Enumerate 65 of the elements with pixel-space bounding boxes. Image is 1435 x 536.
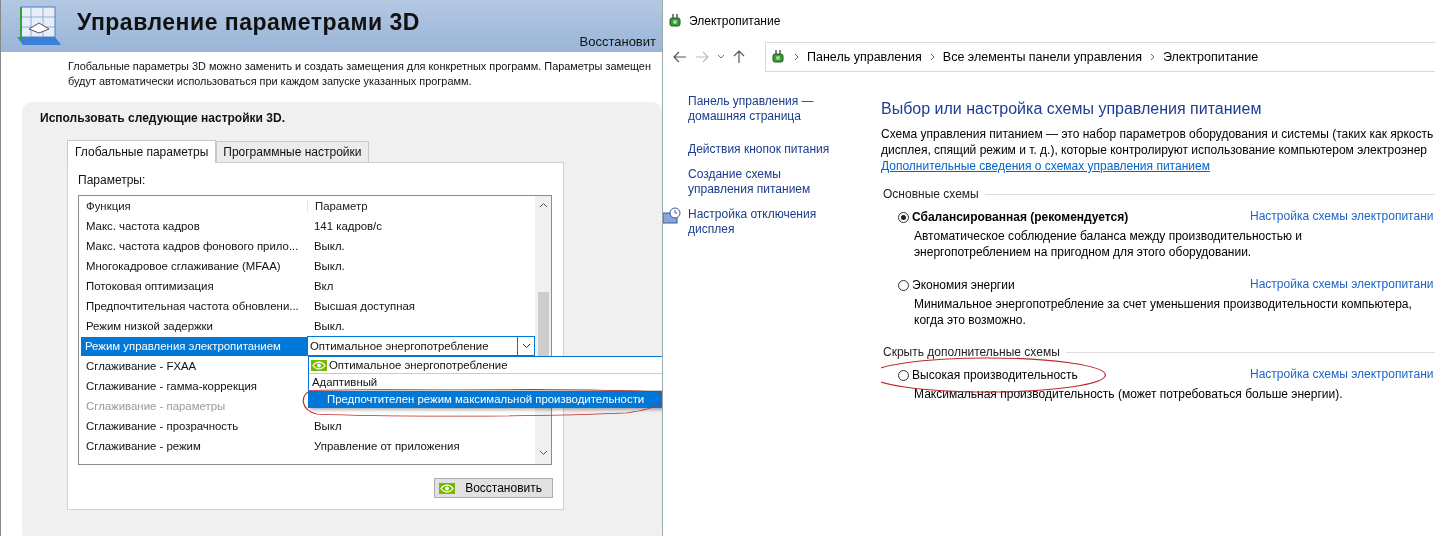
address-bar[interactable]: Панель управления Все элементы панели управления Электропитание bbox=[765, 42, 1435, 72]
chevron-right-icon bbox=[929, 53, 935, 61]
page-title: Управление параметрами 3D bbox=[77, 8, 420, 36]
function-cell[interactable]: Предпочтительная частота обновлени... bbox=[79, 300, 307, 312]
function-cell[interactable]: Сглаживание - FXAA bbox=[79, 360, 307, 372]
intro-text: Схема управления питанием — это набор параметров оборудования и системы (таких как яркость дисплея, спящий режим и т. д.), которые контролируют использование компьютером электроэнер bbox=[881, 126, 1435, 158]
plan-name: Высокая производительность bbox=[912, 367, 1078, 383]
function-cell[interactable]: Потоковая оптимизация bbox=[79, 280, 307, 292]
battery-plug-icon bbox=[667, 13, 683, 29]
tab[interactable]: Глобальные параметры bbox=[67, 140, 217, 163]
plan-name: Сбалансированная (рекомендуется) bbox=[912, 209, 1129, 225]
value-cell-text: Высшая доступная bbox=[313, 300, 416, 312]
function-cell[interactable]: Сглаживание - режим bbox=[79, 440, 307, 452]
chevron-down-icon bbox=[521, 343, 531, 349]
value-cell-text: Вкл bbox=[313, 280, 335, 292]
plan-name: Экономия энергии bbox=[912, 277, 1015, 293]
params-label: Параметры: bbox=[78, 173, 147, 187]
sidebar-link[interactable]: Действия кнопок питания bbox=[688, 142, 838, 157]
plan-description: Минимальное энергопотребление за счет уменьшения производительности компьютера, когда это возможно. bbox=[914, 296, 1413, 328]
function-cell[interactable]: Макс. частота кадров фонового прило... bbox=[79, 240, 307, 252]
function-cell[interactable]: Сглаживание - гамма-коррекция bbox=[79, 380, 307, 392]
function-cell[interactable]: Режим управления электропитанием bbox=[81, 336, 307, 356]
value-cell-text: Выкл. bbox=[313, 240, 346, 252]
restore-link[interactable]: Восстановит bbox=[579, 34, 656, 49]
value-cell-text: Управление от приложения bbox=[313, 440, 461, 452]
group-title[interactable]: Скрыть дополнительные схемы bbox=[883, 345, 1435, 359]
up-arrow-icon[interactable] bbox=[733, 50, 745, 64]
breadcrumb-item[interactable]: Все элементы панели управления bbox=[942, 50, 1142, 64]
plan-settings-link[interactable]: Настройка схемы электропитани bbox=[1250, 367, 1435, 383]
battery-plug-icon bbox=[770, 49, 786, 65]
value-cell-text: Выкл bbox=[313, 420, 343, 432]
eye-logo-icon bbox=[439, 482, 456, 494]
sidebar-link[interactable]: Панель управления — домашняя страница bbox=[688, 94, 838, 124]
plan-settings-link[interactable]: Настройка схемы электропитани bbox=[1250, 277, 1435, 293]
window-title: Электропитание bbox=[689, 14, 781, 28]
restore-button[interactable]: Восстановить bbox=[434, 478, 553, 498]
back-arrow-icon[interactable] bbox=[673, 51, 687, 63]
group-title: Основные схемы bbox=[883, 187, 1435, 201]
sidebar-link[interactable]: Создание схемы управления питанием bbox=[688, 167, 838, 197]
info-link[interactable]: Дополнительные сведения о схемах управления питанием bbox=[881, 158, 1435, 174]
description-text: Глобальные параметры 3D можно заменить и создать замещения для конкретных программ. Параметры замещен будут автоматически использоваться при каждом запуске указанных программ. bbox=[67, 59, 652, 89]
value-cell-text: 141 кадров/с bbox=[313, 220, 383, 232]
chevron-down-icon[interactable] bbox=[717, 54, 725, 60]
value-cell-text: Выкл. bbox=[313, 260, 346, 272]
breadcrumb-item[interactable]: Панель управления bbox=[807, 50, 922, 64]
sidebar-link[interactable]: Настройка отключения дисплея bbox=[688, 207, 828, 237]
function-cell[interactable]: Режим низкой задержки bbox=[79, 320, 307, 332]
chevron-right-icon bbox=[1149, 53, 1155, 61]
tab[interactable]: Программные настройки bbox=[216, 141, 369, 162]
function-cell[interactable]: Сглаживание - прозрачность bbox=[79, 420, 307, 432]
breadcrumb-item[interactable]: Электропитание bbox=[1162, 50, 1259, 64]
chevron-down-icon bbox=[538, 450, 548, 456]
section-title: Использовать следующие настройки 3D. bbox=[40, 111, 286, 125]
plan-description: Максимальная производительность (может потребоваться больше энергии). bbox=[914, 386, 1344, 402]
value-cell-text: Выкл. bbox=[313, 320, 346, 332]
plan-description: Автоматическое соблюдение баланса между производительностью и энергопотреблением на пригодном для этого оборудовании. bbox=[914, 228, 1303, 260]
dropdown-option[interactable]: Предпочтителен режим максимальной производительности bbox=[309, 391, 662, 407]
function-cell[interactable]: Многокадровое сглаживание (MFAA) bbox=[79, 260, 307, 272]
function-cell[interactable]: Макс. частота кадров bbox=[79, 220, 307, 232]
eye-logo-icon bbox=[311, 359, 327, 371]
plan-settings-link[interactable]: Настройка схемы электропитани bbox=[1250, 209, 1435, 225]
chevron-right-icon bbox=[794, 53, 799, 61]
chevron-up-icon bbox=[538, 202, 548, 208]
page-heading: Выбор или настройка схемы управления питанием bbox=[881, 100, 1263, 118]
column-header: Функция bbox=[85, 200, 132, 212]
